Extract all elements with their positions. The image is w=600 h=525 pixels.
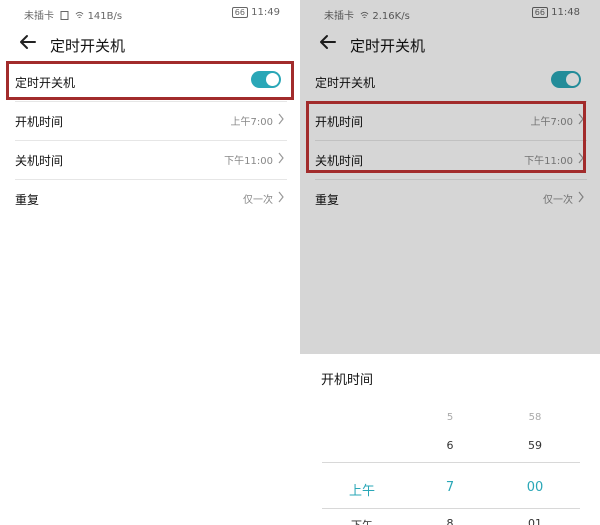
- ampm-option[interactable]: 上午: [340, 480, 384, 499]
- chevron-right-icon: [278, 113, 284, 125]
- row-label: 重复: [15, 193, 40, 207]
- time-picker-sheet: 开机时间 5 58 6 59 上午 7 00 下午 8 01: [300, 354, 600, 525]
- hour-option[interactable]: 5: [440, 412, 460, 423]
- picker-divider: [322, 462, 580, 463]
- minute-option[interactable]: 58: [522, 412, 548, 423]
- battery-icon: 66: [231, 7, 248, 18]
- row-label: 开机时间: [15, 115, 64, 129]
- row-label: 关机时间: [15, 154, 64, 168]
- sim-icon: [60, 11, 69, 20]
- highlight-box: [306, 101, 586, 173]
- wifi-icon: [75, 11, 84, 19]
- settings-screen-right: 未插卡 2.16K/s 66 11:48 定时开关机 定时开关机 开机时间 上午…: [300, 0, 600, 525]
- clock-text: 11:49: [251, 7, 280, 18]
- modal-scrim[interactable]: [300, 0, 600, 354]
- chevron-right-icon: [278, 191, 284, 203]
- status-right: 66 11:49: [231, 7, 280, 18]
- chevron-right-icon: [278, 152, 284, 164]
- minute-option[interactable]: 59: [522, 439, 548, 452]
- page-title: 定时开关机: [50, 37, 126, 55]
- row-value: 上午7:00: [230, 117, 273, 128]
- status-left: 未插卡 141B/s: [24, 7, 122, 22]
- minute-option[interactable]: 00: [522, 480, 548, 495]
- settings-screen-left: 未插卡 141B/s 66 11:49 定时开关机 定时开关机 开机时间 上午7…: [0, 0, 300, 525]
- network-speed: 141B/s: [87, 11, 123, 22]
- sheet-title: 开机时间: [321, 373, 374, 388]
- highlight-box: [6, 61, 294, 100]
- hour-option[interactable]: 8: [440, 517, 460, 525]
- hour-option[interactable]: 7: [440, 480, 460, 495]
- back-arrow-icon[interactable]: [17, 31, 39, 53]
- row-value: 仅一次: [243, 195, 273, 206]
- app-header: 定时开关机: [0, 28, 300, 60]
- row-value: 下午11:00: [224, 156, 273, 167]
- picker-divider: [322, 508, 580, 509]
- status-bar: 未插卡 141B/s 66 11:49: [0, 0, 300, 26]
- power-off-time-row[interactable]: 关机时间 下午11:00: [15, 140, 287, 180]
- repeat-row[interactable]: 重复 仅一次: [15, 179, 287, 218]
- ampm-option[interactable]: 下午: [340, 517, 384, 525]
- hour-option[interactable]: 6: [440, 439, 460, 452]
- power-on-time-row[interactable]: 开机时间 上午7:00: [15, 101, 287, 141]
- carrier-text: 未插卡: [24, 11, 54, 22]
- minute-option[interactable]: 01: [522, 517, 548, 525]
